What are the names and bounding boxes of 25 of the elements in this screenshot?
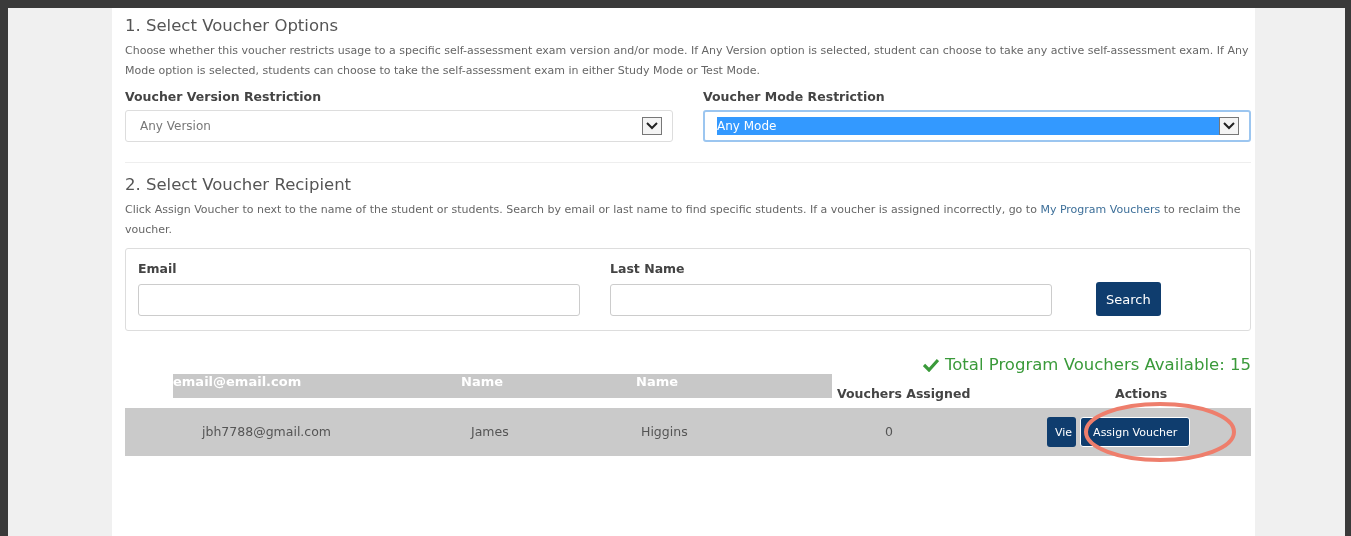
assign-voucher-button[interactable]: Assign Voucher — [1080, 417, 1191, 447]
field-label: Last Name — [610, 261, 686, 276]
table-cell: 0 — [885, 424, 893, 439]
section-heading: 1. Select Voucher Options — [125, 16, 340, 35]
caret-icon — [1219, 117, 1239, 135]
input-field[interactable] — [138, 284, 580, 316]
check-icon — [923, 357, 939, 372]
section-description: Click Assign Voucher to next to the name of the student or students. Search by email or last name to find specific students. If a voucher is assigned incorrectly, go to My Program Vouchers to reclaim the voucher. — [125, 202, 1242, 238]
select-label: Voucher Version Restriction — [125, 89, 323, 104]
table-cell: Higgins — [641, 424, 688, 439]
field-label: Email — [138, 261, 178, 276]
column-header: Actions — [1115, 386, 1168, 401]
search-button[interactable]: Search — [1096, 282, 1161, 316]
dropdown[interactable]: Any Version — [125, 110, 673, 142]
select-label: Voucher Mode Restriction — [703, 89, 886, 104]
caret-icon — [642, 117, 662, 135]
input-field[interactable] — [610, 284, 1052, 316]
table-cell: jbh7788@gmail.com — [202, 424, 332, 439]
view-button[interactable]: Vie — [1047, 417, 1077, 447]
column-header: Vouchers Assigned — [837, 386, 971, 401]
table-cell: James — [471, 424, 509, 439]
section-heading: 2. Select Voucher Recipient — [125, 175, 353, 194]
vouchers-link[interactable]: My Program Vouchers — [1040, 203, 1161, 216]
vouchers-available: Total Program Vouchers Available: 15 — [945, 355, 1251, 374]
section-description: Choose whether this voucher restricts usage to a specific self-assessment exam version and/or mode. If Any Version option is selected, student can choose to take any active self-assessment exam. If Any Mode option is selected, students can choose to take the self-assessment exam in either Study Mode or Test Mode. — [125, 43, 1250, 79]
